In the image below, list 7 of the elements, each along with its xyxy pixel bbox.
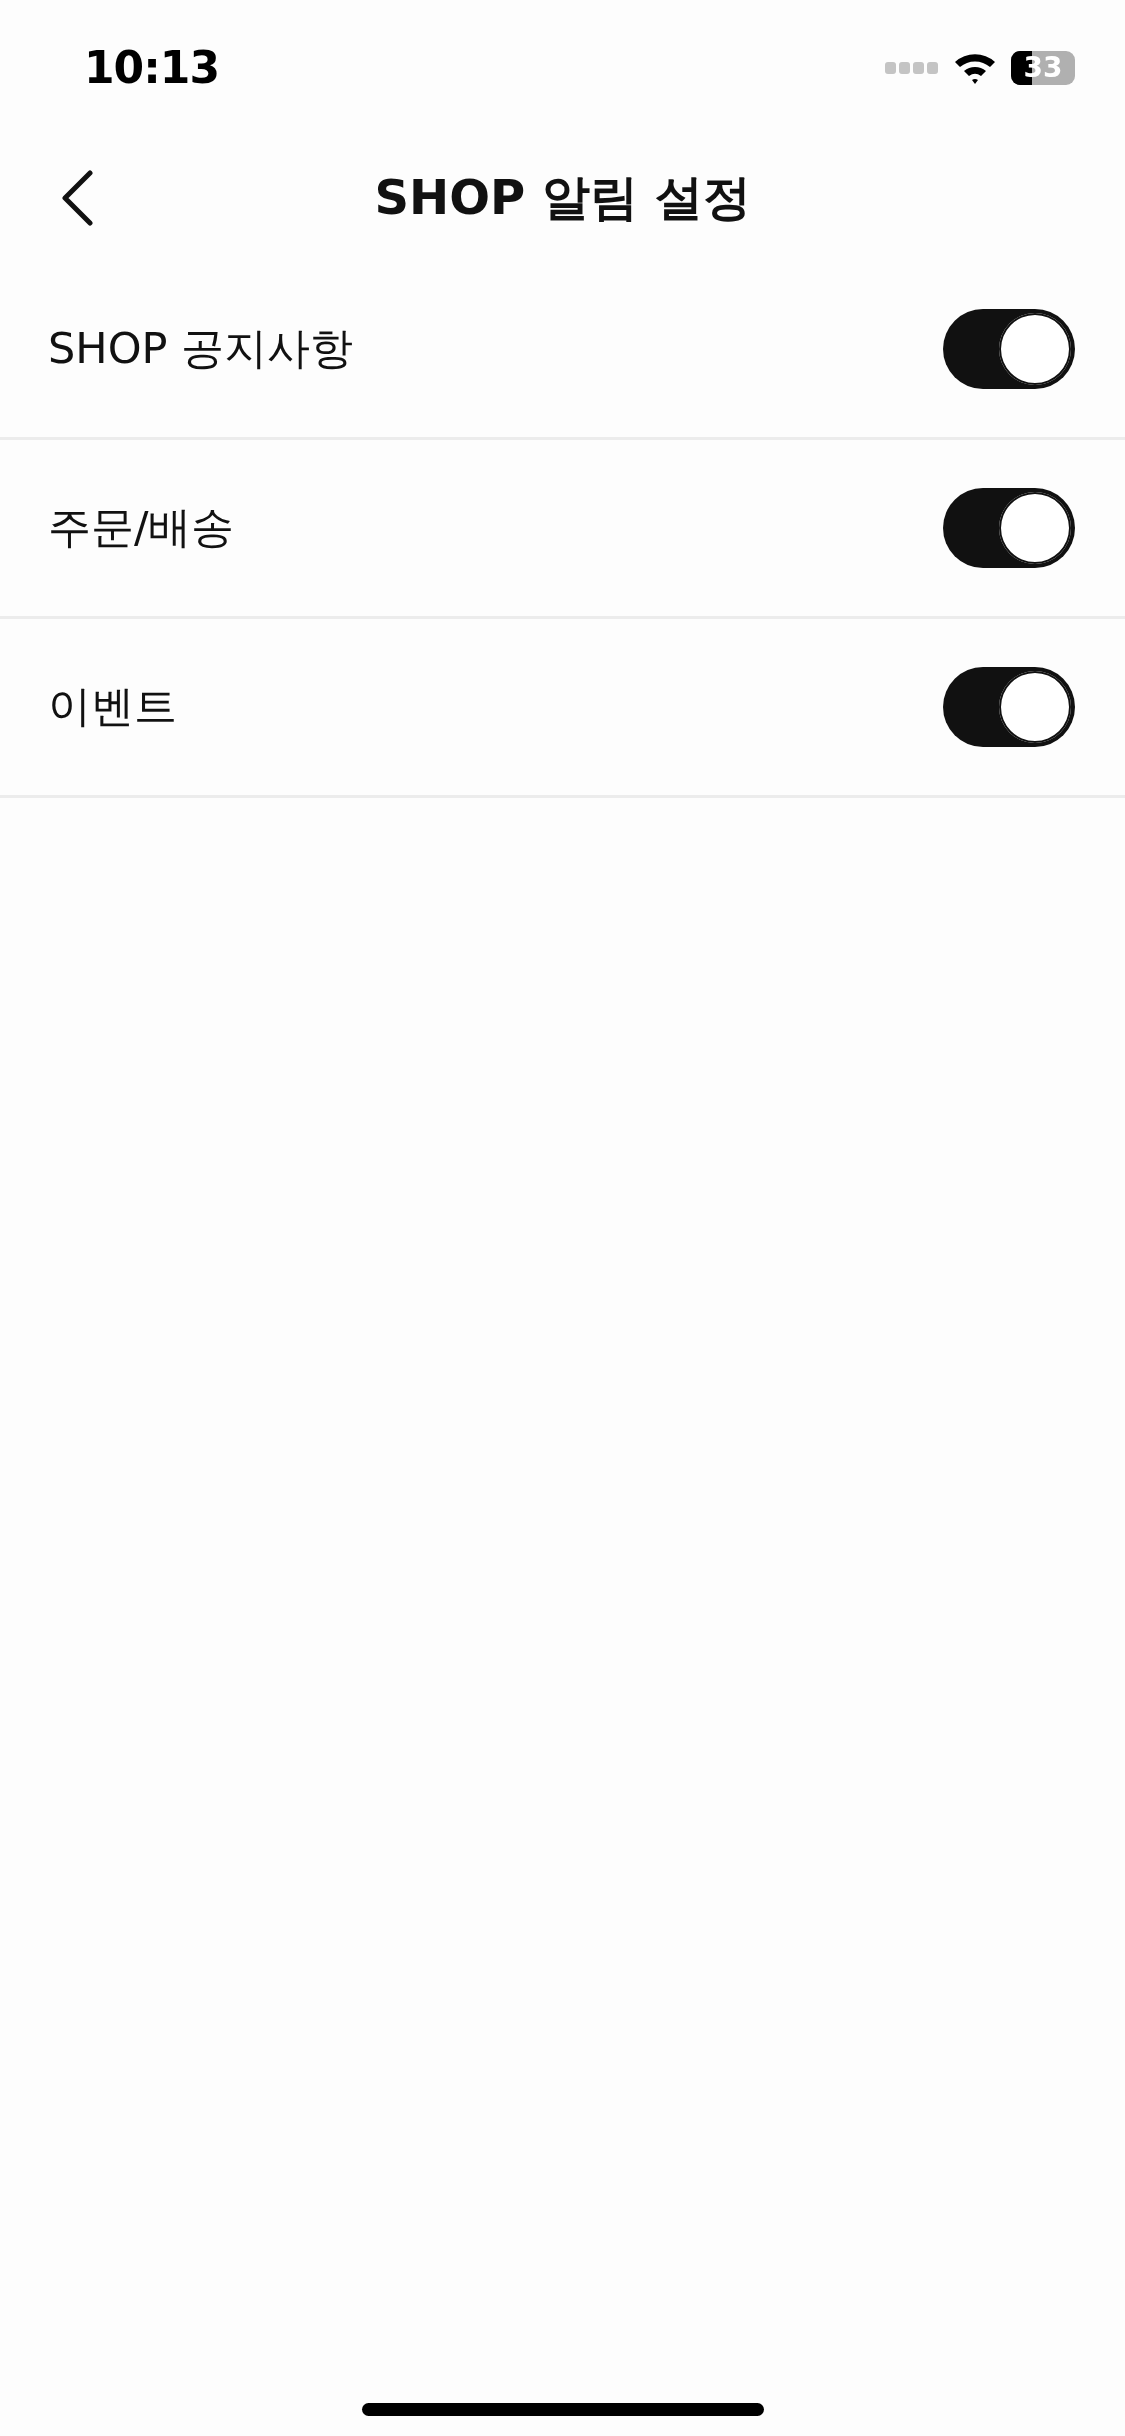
setting-label: 주문/배송 [48,501,235,554]
page-title: SHOP 알림 설정 [374,168,751,227]
setting-label: 이벤트 [48,680,177,733]
back-icon [60,170,94,226]
signal-icon [885,60,939,75]
setting-label: SHOP 공지사항 [48,322,354,375]
status-time: 10:13 [84,42,220,93]
